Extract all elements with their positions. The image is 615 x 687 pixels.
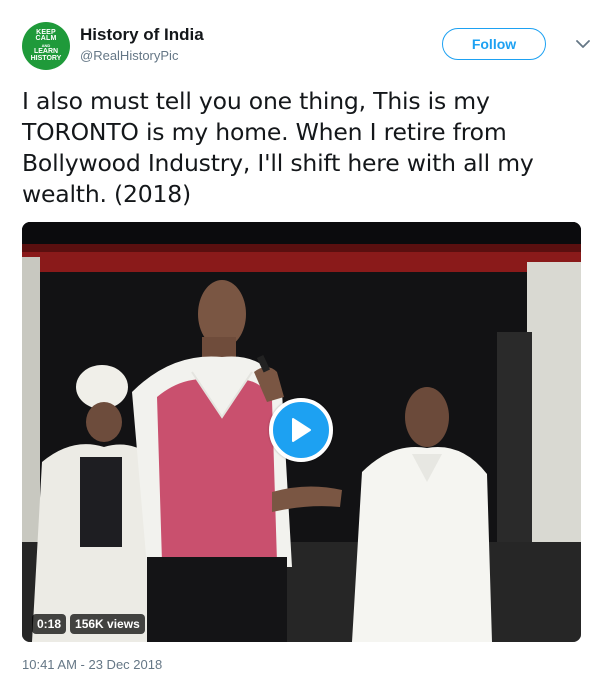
tweet-card: KEEP CALM AND LEARN HISTORY History of I… <box>0 0 615 687</box>
avatar-text-history: HISTORY <box>30 54 62 62</box>
user-handle[interactable]: @RealHistoryPic <box>80 48 204 63</box>
tweet-header: KEEP CALM AND LEARN HISTORY History of I… <box>22 20 593 72</box>
video-duration: 0:18 <box>32 614 67 634</box>
play-button[interactable] <box>269 398 333 462</box>
play-icon <box>292 418 311 442</box>
tweet-text: I also must tell you one thing, This is … <box>22 87 534 208</box>
avatar-text-calm: CALM <box>35 35 57 43</box>
display-name[interactable]: History of India <box>80 25 204 45</box>
tweet-timestamp[interactable]: 10:41 AM - 23 Dec 2018 <box>22 657 162 672</box>
user-names: History of India @RealHistoryPic <box>80 25 204 63</box>
video-stats: 0:18 156K views <box>32 614 145 634</box>
chevron-down-icon[interactable] <box>573 35 593 53</box>
video-player[interactable]: 0:18 156K views <box>22 222 581 642</box>
video-views: 156K views <box>70 614 145 634</box>
follow-button[interactable]: Follow <box>442 28 546 60</box>
avatar[interactable]: KEEP CALM AND LEARN HISTORY <box>22 22 70 70</box>
